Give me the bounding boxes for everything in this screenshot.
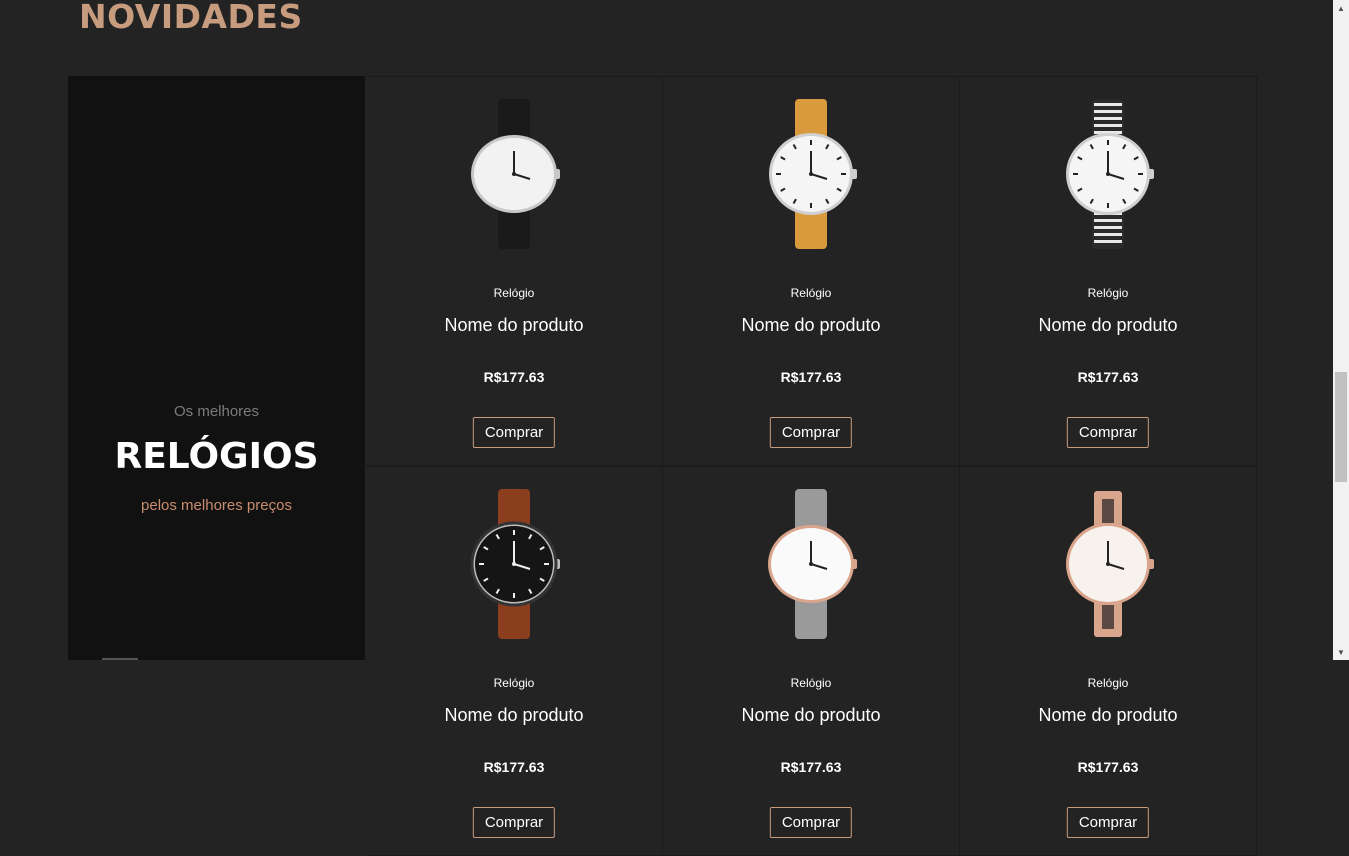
product-price: R$177.63: [780, 369, 842, 385]
product-card: Relógio Nome do produto R$177.63 Comprar: [663, 76, 960, 466]
product-price: R$177.63: [1077, 369, 1139, 385]
watch-image[interactable]: [1058, 489, 1158, 639]
product-category: Relógio: [1087, 676, 1129, 690]
buy-button[interactable]: Comprar: [769, 417, 853, 448]
product-grid: Relógio Nome do produto R$177.63 Comprar…: [366, 76, 1257, 856]
product-name[interactable]: Nome do produto: [663, 705, 959, 726]
product-category: Relógio: [493, 676, 535, 690]
watch-image[interactable]: [464, 489, 564, 639]
watch-image[interactable]: [761, 99, 861, 249]
section-title: NOVIDADES: [79, 0, 303, 36]
product-name[interactable]: Nome do produto: [366, 315, 662, 336]
product-name[interactable]: Nome do produto: [366, 705, 662, 726]
product-category: Relógio: [790, 676, 832, 690]
product-name[interactable]: Nome do produto: [960, 315, 1256, 336]
product-price: R$177.63: [1077, 759, 1139, 775]
product-card: Relógio Nome do produto R$177.63 Comprar: [960, 466, 1257, 856]
product-name[interactable]: Nome do produto: [960, 705, 1256, 726]
product-card: Relógio Nome do produto R$177.63 Comprar: [366, 76, 663, 466]
product-category: Relógio: [1087, 286, 1129, 300]
page-scrollbar[interactable]: ▲ ▼: [1333, 0, 1349, 660]
scroll-down-arrow-icon[interactable]: ▼: [1333, 644, 1349, 660]
product-card: Relógio Nome do produto R$177.63 Comprar: [960, 76, 1257, 466]
product-name[interactable]: Nome do produto: [663, 315, 959, 336]
watch-image[interactable]: [464, 99, 564, 249]
product-price: R$177.63: [483, 759, 545, 775]
product-category: Relógio: [790, 286, 832, 300]
product-category: Relógio: [493, 286, 535, 300]
scroll-thumb[interactable]: [1335, 372, 1347, 482]
promo-title: RELÓGIOS: [114, 436, 319, 477]
buy-button[interactable]: Comprar: [472, 807, 556, 838]
buy-button[interactable]: Comprar: [1066, 807, 1150, 838]
scroll-up-arrow-icon[interactable]: ▲: [1333, 0, 1349, 16]
product-price: R$177.63: [483, 369, 545, 385]
product-card: Relógio Nome do produto R$177.63 Comprar: [366, 466, 663, 856]
watch-image[interactable]: [1058, 99, 1158, 249]
promo-kicker: Os melhores: [173, 403, 260, 420]
promo-subtitle: pelos melhores preços: [141, 497, 292, 514]
buy-button[interactable]: Comprar: [769, 807, 853, 838]
promo-banner: Os melhores RELÓGIOS pelos melhores preç…: [68, 76, 365, 660]
product-card: Relógio Nome do produto R$177.63 Comprar: [663, 466, 960, 856]
buy-button[interactable]: Comprar: [472, 417, 556, 448]
buy-button[interactable]: Comprar: [1066, 417, 1150, 448]
product-price: R$177.63: [780, 759, 842, 775]
watch-image[interactable]: [761, 489, 861, 639]
